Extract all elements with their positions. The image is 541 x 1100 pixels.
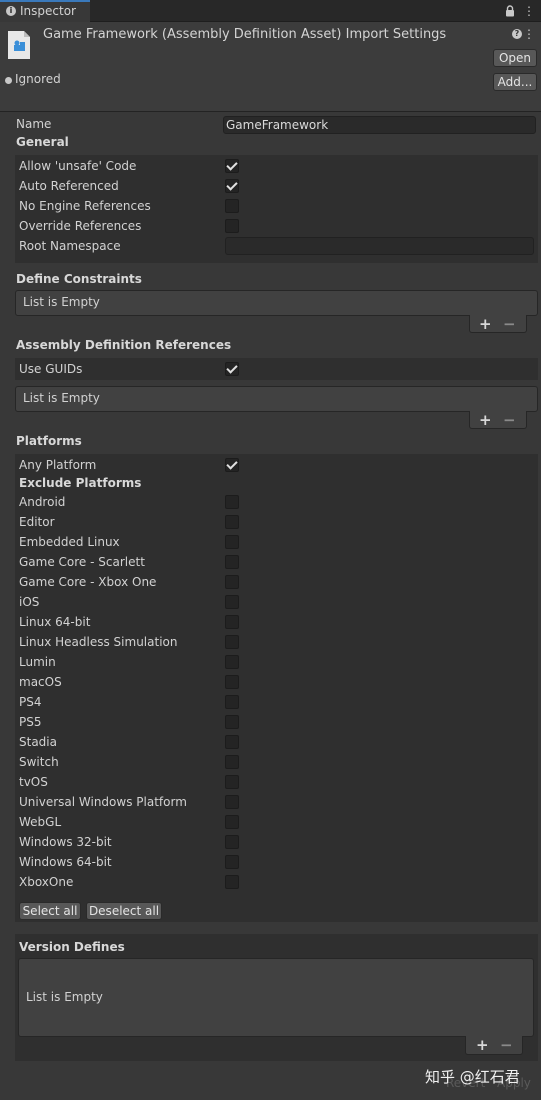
platform-linux-64-bit-checkbox[interactable] bbox=[225, 615, 239, 629]
platform-xboxone-checkbox[interactable] bbox=[225, 875, 239, 889]
platform-game-core-scarlett-checkbox[interactable] bbox=[225, 555, 239, 569]
platform-windows-32-bit-label: Windows 32-bit bbox=[19, 835, 112, 849]
platform-linux-64-bit-label: Linux 64-bit bbox=[19, 615, 91, 629]
info-icon: i bbox=[6, 6, 16, 16]
any-platform-label: Any Platform bbox=[19, 458, 97, 472]
platform-macos-checkbox[interactable] bbox=[225, 675, 239, 689]
platform-lumin-checkbox[interactable] bbox=[225, 655, 239, 669]
define-constraints-buttons bbox=[469, 315, 527, 333]
define-constraints-empty-text: List is Empty bbox=[23, 295, 100, 309]
platform-universal-windows-platform-label: Universal Windows Platform bbox=[19, 795, 187, 809]
platform-stadia-checkbox[interactable] bbox=[225, 735, 239, 749]
platform-android-label: Android bbox=[19, 495, 66, 509]
general-override-references-checkbox[interactable] bbox=[225, 219, 239, 233]
header-title: Game Framework (Assembly Definition Asse… bbox=[43, 27, 447, 42]
general-heading: General bbox=[16, 135, 69, 149]
version-defines-heading: Version Defines bbox=[19, 940, 125, 954]
watermark: 知乎 @红石君 bbox=[425, 1068, 520, 1086]
platform-stadia-label: Stadia bbox=[19, 735, 57, 749]
platform-ps5-checkbox[interactable] bbox=[225, 715, 239, 729]
platform-tvos-checkbox[interactable] bbox=[225, 775, 239, 789]
general-allow-unsafe-code-checkbox[interactable] bbox=[225, 159, 239, 173]
general-allow-unsafe-code-label: Allow 'unsafe' Code bbox=[19, 159, 137, 173]
platform-switch-checkbox[interactable] bbox=[225, 755, 239, 769]
platform-embedded-linux-label: Embedded Linux bbox=[19, 535, 120, 549]
assembly-refs-add-icon[interactable]: + bbox=[479, 412, 492, 428]
tab-inspector-label: Inspector bbox=[20, 4, 76, 18]
platform-xboxone-label: XboxOne bbox=[19, 875, 74, 889]
select-all-button[interactable]: Select all bbox=[19, 902, 81, 920]
platform-ios-checkbox[interactable] bbox=[225, 595, 239, 609]
deselect-all-button[interactable]: Deselect all bbox=[86, 902, 162, 920]
version-defines-remove-icon[interactable]: − bbox=[500, 1037, 513, 1053]
platform-lumin-label: Lumin bbox=[19, 655, 56, 669]
define-constraints-remove-icon[interactable]: − bbox=[503, 316, 516, 332]
add-button[interactable]: Add... bbox=[493, 73, 537, 91]
version-defines-add-icon[interactable]: + bbox=[476, 1037, 489, 1053]
general-auto-referenced-label: Auto Referenced bbox=[19, 179, 119, 193]
root-namespace-label: Root Namespace bbox=[19, 239, 121, 253]
assembly-refs-remove-icon[interactable]: − bbox=[503, 412, 516, 428]
platform-game-core-scarlett-label: Game Core - Scarlett bbox=[19, 555, 145, 569]
platform-windows-32-bit-checkbox[interactable] bbox=[225, 835, 239, 849]
version-defines-buttons bbox=[465, 1036, 523, 1055]
platform-windows-64-bit-checkbox[interactable] bbox=[225, 855, 239, 869]
platform-embedded-linux-checkbox[interactable] bbox=[225, 535, 239, 549]
platforms-panel bbox=[15, 454, 538, 922]
assembly-refs-buttons bbox=[469, 411, 527, 429]
platform-switch-label: Switch bbox=[19, 755, 59, 769]
platform-game-core-xbox-one-checkbox[interactable] bbox=[225, 575, 239, 589]
platform-universal-windows-platform-checkbox[interactable] bbox=[225, 795, 239, 809]
platform-macos-label: macOS bbox=[19, 675, 62, 689]
platform-ps4-label: PS4 bbox=[19, 695, 42, 709]
platform-android-checkbox[interactable] bbox=[225, 495, 239, 509]
name-label: Name bbox=[16, 117, 52, 131]
platform-editor-label: Editor bbox=[19, 515, 55, 529]
header-menu-icon[interactable]: ⋮ bbox=[523, 27, 535, 41]
platform-linux-headless-simulation-label: Linux Headless Simulation bbox=[19, 635, 178, 649]
platform-webgl-label: WebGL bbox=[19, 815, 62, 829]
assembly-refs-empty-text: List is Empty bbox=[23, 391, 100, 405]
open-button[interactable]: Open bbox=[493, 49, 537, 67]
general-override-references-label: Override References bbox=[19, 219, 142, 233]
platform-windows-64-bit-label: Windows 64-bit bbox=[19, 855, 112, 869]
platforms-heading: Platforms bbox=[16, 434, 82, 448]
platform-ps5-label: PS5 bbox=[19, 715, 42, 729]
platform-game-core-xbox-one-label: Game Core - Xbox One bbox=[19, 575, 157, 589]
help-icon[interactable]: ? bbox=[512, 29, 522, 39]
assembly-refs-heading: Assembly Definition References bbox=[16, 338, 232, 352]
version-defines-empty-text: List is Empty bbox=[26, 990, 103, 1004]
platform-editor-checkbox[interactable] bbox=[225, 515, 239, 529]
any-platform-checkbox[interactable] bbox=[225, 458, 239, 472]
platform-ios-label: iOS bbox=[19, 595, 40, 609]
lock-icon[interactable] bbox=[505, 5, 515, 17]
exclude-platforms-heading: Exclude Platforms bbox=[19, 476, 142, 490]
general-auto-referenced-checkbox[interactable] bbox=[225, 179, 239, 193]
use-guids-panel bbox=[15, 358, 538, 380]
tab-menu-icon[interactable]: ⋮ bbox=[523, 4, 535, 18]
platform-ps4-checkbox[interactable] bbox=[225, 695, 239, 709]
general-no-engine-references-label: No Engine References bbox=[19, 199, 151, 213]
general-no-engine-references-checkbox[interactable] bbox=[225, 199, 239, 213]
use-guids-label: Use GUIDs bbox=[19, 362, 83, 376]
define-constraints-add-icon[interactable]: + bbox=[479, 316, 492, 332]
assembly-definition-icon bbox=[8, 31, 30, 59]
platform-linux-headless-simulation-checkbox[interactable] bbox=[225, 635, 239, 649]
platform-tvos-label: tvOS bbox=[19, 775, 48, 789]
ignored-bullet-icon bbox=[5, 77, 12, 84]
name-input[interactable]: GameFramework bbox=[223, 116, 536, 134]
ignored-label: Ignored bbox=[15, 72, 61, 86]
define-constraints-heading: Define Constraints bbox=[16, 272, 142, 286]
platform-webgl-checkbox[interactable] bbox=[225, 815, 239, 829]
use-guids-checkbox[interactable] bbox=[225, 362, 239, 376]
root-namespace-input[interactable] bbox=[225, 237, 534, 255]
